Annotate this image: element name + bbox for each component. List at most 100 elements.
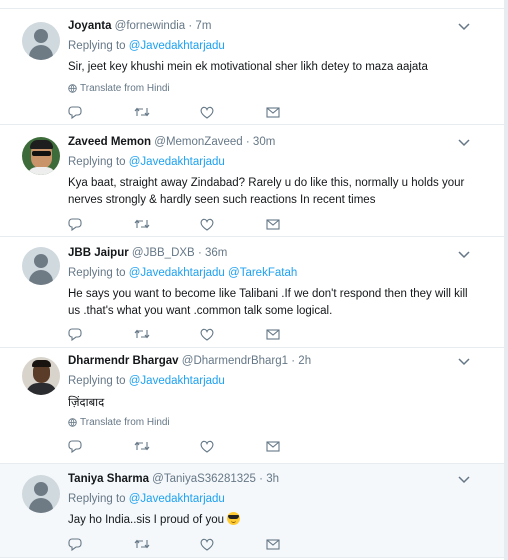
avatar[interactable] bbox=[22, 22, 60, 60]
like-button[interactable] bbox=[200, 217, 266, 231]
envelope-icon bbox=[266, 106, 280, 118]
replying-to: Replying to @Javedakhtarjadu bbox=[68, 374, 474, 389]
retweet-button[interactable] bbox=[134, 439, 200, 453]
display-name[interactable]: Zaveed Memon bbox=[68, 136, 151, 148]
avatar[interactable] bbox=[22, 357, 60, 395]
replying-to: Replying to @Javedakhtarjadu @TarekFatah bbox=[68, 266, 474, 281]
avatar[interactable] bbox=[22, 137, 60, 175]
retweet-icon bbox=[134, 107, 150, 117]
envelope-icon bbox=[266, 218, 280, 230]
mention-link[interactable]: @Javedakhtarjadu bbox=[129, 375, 225, 387]
translate-label: Translate from Hindi bbox=[80, 417, 170, 428]
tweet-header: JBB Jaipur @JBB_DXB · 36m bbox=[68, 246, 474, 261]
tweet-header: Zaveed Memon @MemonZaveed · 30m bbox=[68, 135, 474, 150]
dm-button[interactable] bbox=[266, 439, 332, 453]
translate-label: Translate from Hindi bbox=[80, 83, 170, 94]
retweet-icon bbox=[134, 329, 150, 339]
user-handle[interactable]: @DharmendrBharg1 bbox=[182, 355, 288, 367]
tweet-text-container: Jay ho India..sis I proud of you bbox=[68, 512, 474, 529]
user-handle[interactable]: @fornewindia bbox=[115, 20, 186, 32]
reply-icon bbox=[68, 105, 82, 119]
replying-to-label: Replying to bbox=[68, 267, 126, 279]
replying-to: Replying to @Javedakhtarjadu bbox=[68, 155, 474, 170]
tweet-header: Taniya Sharma @TaniyaS36281325 · 3h bbox=[68, 472, 474, 487]
mention-link[interactable]: @Javedakhtarjadu bbox=[129, 40, 225, 52]
timeline-border bbox=[504, 0, 508, 560]
display-name[interactable]: Joyanta bbox=[68, 20, 111, 32]
replying-to-label: Replying to bbox=[68, 40, 126, 52]
separator: · bbox=[188, 20, 193, 32]
dm-button[interactable] bbox=[266, 217, 332, 231]
tweet[interactable]: Zaveed Memon @MemonZaveed · 30m Replying… bbox=[0, 125, 504, 237]
reply-button[interactable] bbox=[68, 217, 134, 231]
translate-link[interactable]: Translate from Hindi bbox=[68, 83, 474, 94]
mention-link[interactable]: @Javedakhtarjadu bbox=[129, 156, 225, 168]
separator: · bbox=[259, 473, 263, 485]
retweet-button[interactable] bbox=[134, 327, 200, 341]
retweet-icon bbox=[134, 539, 150, 549]
replying-to-label: Replying to bbox=[68, 493, 126, 505]
avatar[interactable] bbox=[22, 475, 60, 513]
user-handle[interactable]: @TaniyaS36281325 bbox=[152, 473, 256, 485]
retweet-icon bbox=[134, 219, 150, 229]
timestamp[interactable]: 30m bbox=[253, 136, 275, 148]
display-name[interactable]: JBB Jaipur bbox=[68, 247, 129, 259]
reply-icon bbox=[68, 537, 82, 551]
envelope-icon bbox=[266, 328, 280, 340]
heart-icon bbox=[200, 106, 214, 119]
like-button[interactable] bbox=[200, 105, 266, 119]
timestamp[interactable]: 36m bbox=[205, 247, 227, 259]
dm-button[interactable] bbox=[266, 327, 332, 341]
tweet-header: Dharmendr Bhargav @DharmendrBharg1 · 2h bbox=[68, 354, 474, 369]
reply-button[interactable] bbox=[68, 439, 134, 453]
separator: · bbox=[291, 355, 296, 367]
globe-icon bbox=[68, 418, 77, 427]
retweet-button[interactable] bbox=[134, 105, 200, 119]
mention-link[interactable]: @Javedakhtarjadu bbox=[129, 493, 225, 505]
reply-button[interactable] bbox=[68, 105, 134, 119]
avatar[interactable] bbox=[22, 247, 60, 285]
timestamp[interactable]: 7m bbox=[195, 20, 211, 32]
reply-button[interactable] bbox=[68, 537, 134, 551]
tweet-actions bbox=[68, 217, 332, 231]
reply-icon bbox=[68, 327, 82, 341]
mention-link[interactable]: @Javedakhtarjadu bbox=[129, 267, 225, 279]
globe-icon bbox=[68, 84, 77, 93]
timestamp[interactable]: 2h bbox=[298, 355, 311, 367]
envelope-icon bbox=[266, 440, 280, 452]
tweet-actions bbox=[68, 439, 332, 453]
like-button[interactable] bbox=[200, 537, 266, 551]
envelope-icon bbox=[266, 538, 280, 550]
dm-button[interactable] bbox=[266, 105, 332, 119]
tweet-text: Kya baat, straight away Zindabad? Rarely… bbox=[68, 177, 465, 206]
tweet-text: Jay ho India..sis I proud of you bbox=[68, 514, 224, 526]
tweet-actions bbox=[68, 537, 332, 551]
like-button[interactable] bbox=[200, 439, 266, 453]
display-name[interactable]: Taniya Sharma bbox=[68, 473, 149, 485]
retweet-button[interactable] bbox=[134, 537, 200, 551]
reply-button[interactable] bbox=[68, 327, 134, 341]
dm-button[interactable] bbox=[266, 537, 332, 551]
tweet[interactable]: JBB Jaipur @JBB_DXB · 36m Replying to @J… bbox=[0, 237, 504, 348]
user-handle[interactable]: @MemonZaveed bbox=[154, 136, 242, 148]
tweet-text: ज़िंदाबाद bbox=[68, 395, 105, 409]
like-button[interactable] bbox=[200, 327, 266, 341]
user-handle[interactable]: @JBB_DXB bbox=[132, 247, 195, 259]
tweet-actions bbox=[68, 327, 332, 341]
heart-icon bbox=[200, 440, 214, 453]
tweet[interactable]: Dharmendr Bhargav @DharmendrBharg1 · 2h … bbox=[0, 348, 504, 464]
separator: · bbox=[197, 247, 202, 259]
timestamp[interactable]: 3h bbox=[266, 473, 279, 485]
retweet-button[interactable] bbox=[134, 217, 200, 231]
tweet-text: He says you want to become like Talibani… bbox=[68, 288, 468, 317]
display-name[interactable]: Dharmendr Bhargav bbox=[68, 355, 179, 367]
tweet[interactable]: Joyanta @fornewindia · 7m Replying to @J… bbox=[0, 8, 504, 125]
tweet-text: Sir, jeet key khushi mein ek motivationa… bbox=[68, 61, 428, 73]
mention-link[interactable]: @TarekFatah bbox=[228, 267, 297, 279]
replying-to: Replying to @Javedakhtarjadu bbox=[68, 39, 474, 54]
heart-icon bbox=[200, 218, 214, 231]
retweet-icon bbox=[134, 441, 150, 451]
tweet[interactable]: Taniya Sharma @TaniyaS36281325 · 3h Repl… bbox=[0, 464, 504, 558]
replying-to-label: Replying to bbox=[68, 156, 126, 168]
translate-link[interactable]: Translate from Hindi bbox=[68, 417, 474, 428]
